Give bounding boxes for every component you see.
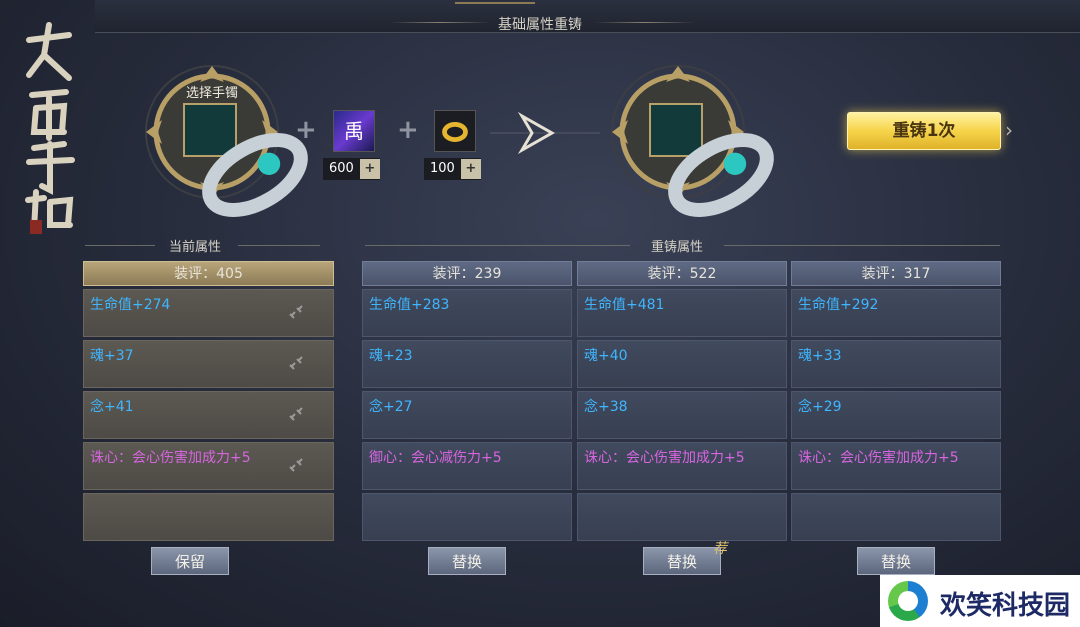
section-line <box>85 245 155 246</box>
attribute-text: 念+27 <box>369 399 413 415</box>
rune-scroll-icon[interactable]: 禹 <box>333 110 375 152</box>
recast-score: 装评：317 <box>791 261 1001 286</box>
attribute-row: 诛心：会心伤害加成力+5 <box>577 442 787 490</box>
section-line <box>238 245 320 246</box>
plus-icon: + <box>397 115 419 145</box>
current-attributes-column: 装评：405 生命值+274 魂+37 念+41 诛心：会心伤害加成力+5 <box>83 261 334 541</box>
replace-button-3[interactable]: 替换 <box>857 547 935 575</box>
brand-seal <box>30 220 42 234</box>
attribute-text: 生命值+283 <box>369 297 450 313</box>
lock-toggle-icon[interactable] <box>287 355 305 373</box>
attribute-row: 生命值+283 <box>362 289 572 337</box>
plus-icon: + <box>295 115 317 145</box>
rune-scroll-icon-text: 禹 <box>344 119 364 143</box>
material-count-1: 600 + <box>323 158 380 180</box>
attribute-row-empty <box>362 493 572 541</box>
attribute-row-empty <box>577 493 787 541</box>
attribute-row: 魂+23 <box>362 340 572 388</box>
attribute-text: 生命值+292 <box>798 297 879 313</box>
add-material-2-button[interactable]: + <box>460 159 481 179</box>
attribute-row: 生命值+481 <box>577 289 787 337</box>
bracelet-icon <box>649 103 774 217</box>
input-bracelet-slot[interactable]: 选择手镯 <box>142 62 308 217</box>
section-line <box>365 245 630 246</box>
attribute-row: 念+38 <box>577 391 787 439</box>
attribute-row: 魂+33 <box>791 340 1001 388</box>
chevron-right-icon[interactable]: › <box>1005 118 1013 142</box>
section-line <box>724 245 1000 246</box>
attribute-row: 诛心：会心伤害加成力+5 <box>791 442 1001 490</box>
attribute-row: 念+41 <box>83 391 334 439</box>
material-count-1-value: 600 <box>329 161 354 176</box>
bracelet-icon <box>183 103 308 217</box>
attribute-row: 魂+37 <box>83 340 334 388</box>
attribute-text: 念+29 <box>798 399 842 415</box>
attribute-row: 御心：会心减伤力+5 <box>362 442 572 490</box>
attribute-text: 魂+37 <box>90 348 134 364</box>
attribute-row-empty <box>83 493 334 541</box>
lock-toggle-icon[interactable] <box>287 457 305 475</box>
attribute-text: 生命值+274 <box>90 297 171 313</box>
page-title: 基础属性重铸 <box>498 17 582 33</box>
attribute-row: 魂+40 <box>577 340 787 388</box>
watermark-logo-icon <box>888 581 928 621</box>
attribute-text: 念+41 <box>90 399 134 415</box>
replace-button-1[interactable]: 替换 <box>428 547 506 575</box>
attribute-text: 生命值+481 <box>584 297 665 313</box>
recommended-badge: 荐 <box>713 541 727 557</box>
recast-score: 装评：522 <box>577 261 787 286</box>
brand-calligraphy <box>14 20 84 240</box>
material-count-2: 100 + <box>424 158 481 180</box>
gold-ring-art <box>442 121 468 142</box>
attribute-row: 念+27 <box>362 391 572 439</box>
attribute-row: 生命值+274 <box>83 289 334 337</box>
attribute-row: 诛心：会心伤害加成力+5 <box>83 442 334 490</box>
attribute-text: 魂+40 <box>584 348 628 364</box>
recast-column-3[interactable]: 装评：317 生命值+292 魂+33 念+29 诛心：会心伤害加成力+5 <box>791 261 1001 541</box>
attribute-text: 魂+33 <box>798 348 842 364</box>
recast-once-button[interactable]: 重铸1次 <box>847 112 1001 150</box>
replace-button-2[interactable]: 替换 <box>643 547 721 575</box>
keep-button[interactable]: 保留 <box>151 547 229 575</box>
lock-toggle-icon[interactable] <box>287 406 305 424</box>
attribute-text: 御心：会心减伤力+5 <box>369 450 502 466</box>
attribute-text: 诛心：会心伤害加成力+5 <box>584 450 745 466</box>
select-bracelet-label: 选择手镯 <box>185 86 238 101</box>
material-count-2-value: 100 <box>430 161 455 176</box>
current-score: 装评：405 <box>83 261 334 286</box>
attribute-text: 诛心：会心伤害加成力+5 <box>798 450 959 466</box>
brand-calligraphy-art <box>25 22 75 234</box>
attribute-row-empty <box>791 493 1001 541</box>
output-bracelet-slot <box>608 62 774 217</box>
attribute-row: 念+29 <box>791 391 1001 439</box>
add-material-1-button[interactable]: + <box>359 159 380 179</box>
watermark: 欢笑科技园 <box>880 575 1080 627</box>
recast-column-1[interactable]: 装评：239 生命值+283 魂+23 念+27 御心：会心减伤力+5 <box>362 261 572 541</box>
attribute-text: 诛心：会心伤害加成力+5 <box>90 450 251 466</box>
gold-ring-icon[interactable] <box>434 110 476 152</box>
top-bar-ornament <box>455 2 535 4</box>
lock-toggle-icon[interactable] <box>287 304 305 322</box>
attribute-row: 生命值+292 <box>791 289 1001 337</box>
recast-column-2[interactable]: 装评：522 生命值+481 魂+40 念+38 诛心：会心伤害加成力+5 <box>577 261 787 541</box>
attribute-text: 魂+23 <box>369 348 413 364</box>
recast-score: 装评：239 <box>362 261 572 286</box>
arrow-right-icon <box>490 111 600 155</box>
current-attributes-title: 当前属性 <box>168 240 221 255</box>
recast-attributes-title: 重铸属性 <box>650 240 703 255</box>
watermark-text: 欢笑科技园 <box>940 591 1071 621</box>
attribute-text: 念+38 <box>584 399 628 415</box>
